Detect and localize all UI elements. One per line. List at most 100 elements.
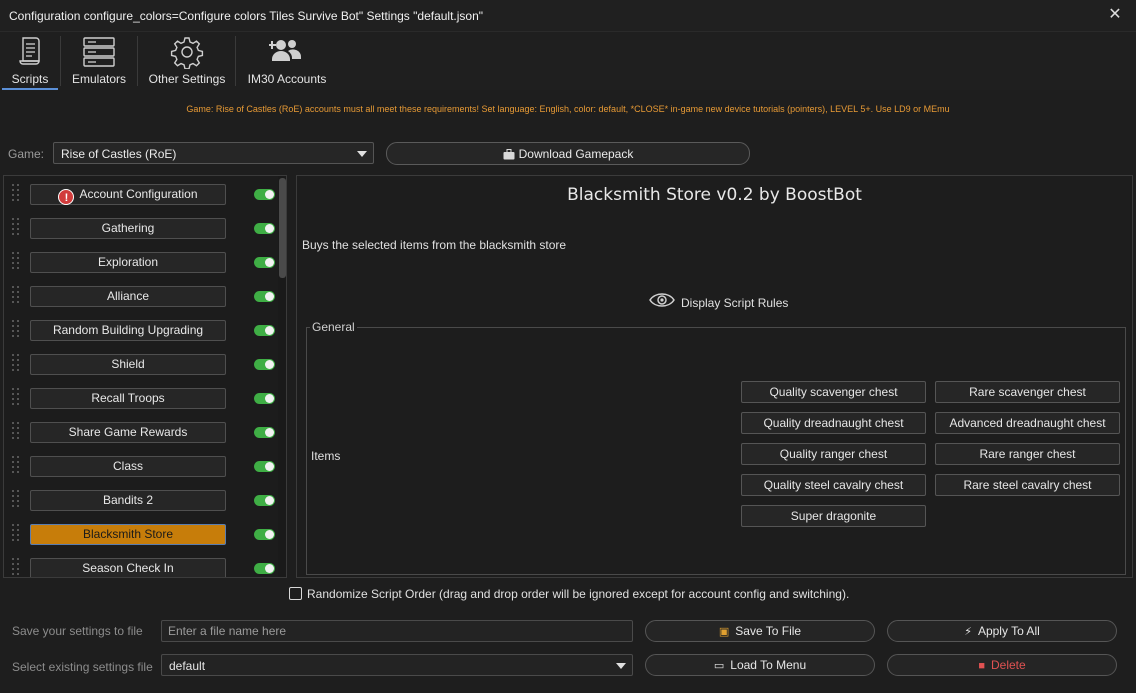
drag-handle-icon[interactable] — [12, 320, 20, 337]
tab-other-settings[interactable]: Other Settings — [144, 32, 230, 90]
briefcase-icon — [503, 149, 515, 163]
download-gamepack-label: Download Gamepack — [518, 147, 634, 161]
script-enabled-toggle[interactable] — [254, 359, 275, 370]
script-button[interactable]: Recall Troops — [30, 388, 226, 409]
nav-divider — [137, 36, 138, 86]
scroll-icon — [17, 35, 43, 70]
drag-handle-icon[interactable] — [12, 524, 20, 541]
script-enabled-toggle[interactable] — [254, 427, 275, 438]
bolt-icon: ⚡ — [964, 626, 972, 638]
script-row: Exploration — [4, 246, 276, 280]
save-to-file-button[interactable]: ▣ Save To File — [645, 620, 875, 642]
script-row: Blacksmith Store — [4, 518, 276, 552]
script-enabled-toggle[interactable] — [254, 189, 275, 200]
script-button[interactable]: Bandits 2 — [30, 490, 226, 511]
server-stack-icon — [82, 35, 116, 72]
inbox-icon: ▭ — [713, 660, 725, 672]
drag-handle-icon[interactable] — [12, 490, 20, 507]
script-button[interactable]: Season Check In — [30, 558, 226, 577]
script-label: Random Building Upgrading — [52, 323, 204, 337]
delete-label: Delete — [990, 658, 1026, 672]
item-button[interactable]: Quality scavenger chest — [741, 381, 926, 403]
script-enabled-toggle[interactable] — [254, 223, 275, 234]
tab-emulators[interactable]: Emulators — [66, 32, 132, 90]
drag-handle-icon[interactable] — [12, 252, 20, 269]
item-button[interactable]: Quality dreadnaught chest — [741, 412, 926, 434]
script-enabled-toggle[interactable] — [254, 529, 275, 540]
apply-to-all-button[interactable]: ⚡ Apply To All — [887, 620, 1117, 642]
drag-handle-icon[interactable] — [12, 218, 20, 235]
download-gamepack-button[interactable]: Download Gamepack — [386, 142, 750, 165]
drag-handle-icon[interactable] — [12, 388, 20, 405]
eye-icon — [649, 290, 675, 313]
script-enabled-toggle[interactable] — [254, 495, 275, 506]
tab-other-settings-label: Other Settings — [148, 72, 226, 86]
game-select-value: Rise of Castles (RoE) — [61, 147, 177, 161]
item-button[interactable]: Advanced dreadnaught chest — [935, 412, 1120, 434]
drag-handle-icon[interactable] — [12, 558, 20, 575]
script-row: Season Check In — [4, 552, 276, 577]
script-button[interactable]: Share Game Rewards — [30, 422, 226, 443]
game-select[interactable]: Rise of Castles (RoE) — [53, 142, 374, 164]
script-row: Bandits 2 — [4, 484, 276, 518]
item-button[interactable]: Quality steel cavalry chest — [741, 474, 926, 496]
script-button[interactable]: Gathering — [30, 218, 226, 239]
apply-to-all-label: Apply To All — [977, 624, 1040, 638]
script-enabled-toggle[interactable] — [254, 291, 275, 302]
item-button[interactable]: Rare scavenger chest — [935, 381, 1120, 403]
drag-handle-icon[interactable] — [12, 422, 20, 439]
settings-filename-input[interactable] — [161, 620, 633, 642]
script-button[interactable]: Random Building Upgrading — [30, 320, 226, 341]
script-row: Alliance — [4, 280, 276, 314]
scrollbar-thumb[interactable] — [279, 178, 286, 278]
tab-im30-accounts[interactable]: IM30 Accounts — [242, 32, 332, 90]
load-to-menu-label: Load To Menu — [730, 658, 807, 672]
chevron-down-icon — [357, 151, 367, 157]
script-list-scrollbar[interactable] — [278, 176, 286, 577]
script-button[interactable]: Alliance — [30, 286, 226, 307]
script-label: Blacksmith Store — [82, 527, 174, 541]
script-row: Recall Troops — [4, 382, 276, 416]
script-button[interactable]: Blacksmith Store — [30, 524, 226, 545]
tab-scripts[interactable]: Scripts — [2, 32, 58, 90]
script-title: Blacksmith Store v0.2 by BoostBot — [567, 185, 862, 205]
close-icon[interactable]: ✕ — [1106, 6, 1124, 24]
trash-icon: ■ — [978, 660, 985, 672]
script-description: Buys the selected items from the blacksm… — [302, 238, 567, 252]
script-enabled-toggle[interactable] — [254, 393, 275, 404]
load-to-menu-button[interactable]: ▭ Load To Menu — [645, 654, 875, 676]
script-label: Bandits 2 — [102, 493, 154, 507]
script-enabled-toggle[interactable] — [254, 257, 275, 268]
tab-emulators-label: Emulators — [71, 72, 127, 86]
nav-divider — [235, 36, 236, 86]
script-label: Share Game Rewards — [68, 425, 188, 439]
script-enabled-toggle[interactable] — [254, 461, 275, 472]
save-to-file-label: Save To File — [735, 624, 802, 638]
save-settings-label: Save your settings to file — [12, 624, 143, 638]
script-button[interactable]: Shield — [30, 354, 226, 375]
script-button[interactable]: Class — [30, 456, 226, 477]
window-title: Configuration configure_colors=Configure… — [9, 9, 484, 23]
drag-handle-icon[interactable] — [12, 286, 20, 303]
drag-handle-icon[interactable] — [12, 354, 20, 371]
item-button[interactable]: Rare steel cavalry chest — [935, 474, 1120, 496]
script-enabled-toggle[interactable] — [254, 563, 275, 574]
item-button[interactable]: Rare ranger chest — [935, 443, 1120, 465]
script-label: Season Check In — [82, 561, 174, 575]
drag-handle-icon[interactable] — [12, 456, 20, 473]
item-button[interactable]: Quality ranger chest — [741, 443, 926, 465]
item-button[interactable]: Super dragonite — [741, 505, 926, 527]
randomize-label: Randomize Script Order (drag and drop or… — [307, 587, 850, 601]
script-button[interactable]: Exploration — [30, 252, 226, 273]
tab-scripts-label: Scripts — [11, 72, 49, 86]
users-plus-icon — [268, 35, 305, 72]
drag-handle-icon[interactable] — [12, 184, 20, 201]
warning-icon: ! — [58, 189, 75, 205]
script-enabled-toggle[interactable] — [254, 325, 275, 336]
script-label: Shield — [111, 357, 145, 371]
save-icon: ▣ — [718, 626, 730, 638]
settings-file-select[interactable]: default — [161, 654, 633, 676]
script-button[interactable]: ! Account Configuration — [30, 184, 226, 205]
checkbox-box[interactable] — [289, 587, 302, 600]
delete-button[interactable]: ■ Delete — [887, 654, 1117, 676]
